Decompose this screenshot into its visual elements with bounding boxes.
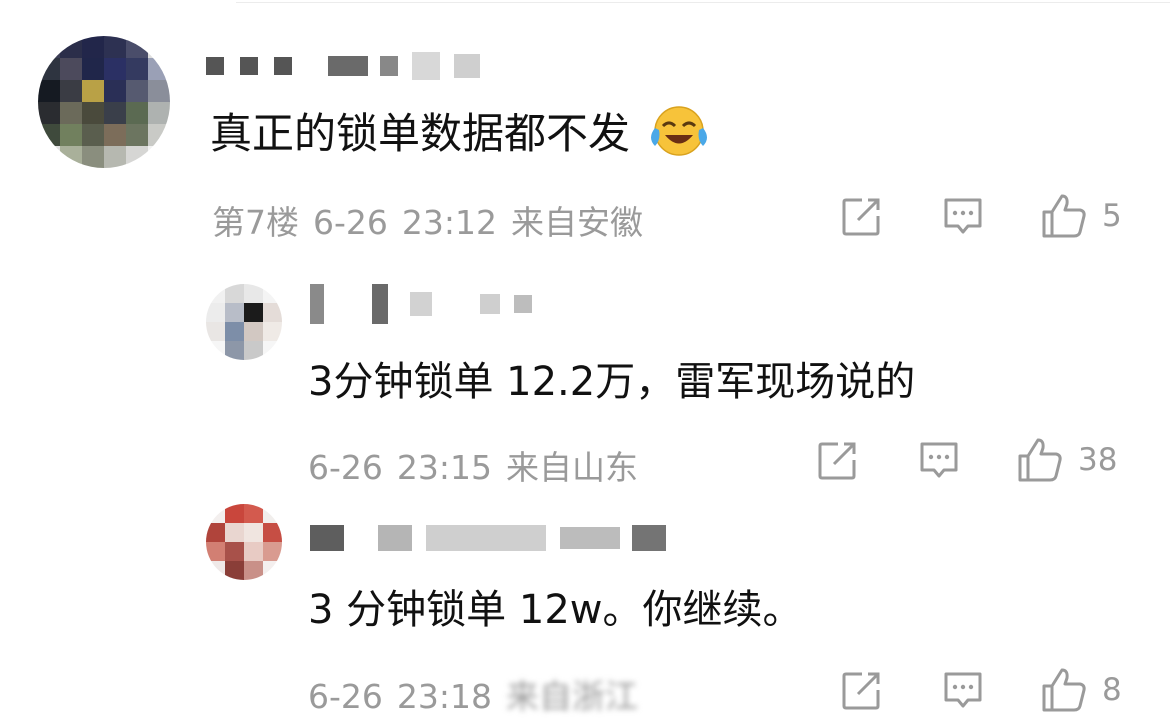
avatar[interactable] [206,284,282,360]
comment-date: 6-26 [308,448,383,487]
reply-button[interactable] [918,440,960,482]
comment-text: 3分钟锁单 12.2万，雷军现场说的 [308,359,916,405]
like-button[interactable]: 38 [1016,436,1117,484]
avatar[interactable] [206,504,282,580]
share-icon [842,672,880,710]
reply-button[interactable] [942,196,984,238]
comment-meta: 6-26 23:18 来自浙江 [308,670,638,718]
like-button[interactable]: 8 [1040,666,1122,714]
top-divider [236,2,1170,3]
like-button[interactable]: 5 [1040,192,1122,240]
floor-label: 第7楼 [212,203,299,242]
avatar[interactable] [38,36,170,168]
thumbs-up-icon [1018,438,1062,482]
username-redacted[interactable] [310,518,666,558]
comment-date: 6-26 [308,677,383,716]
username-redacted[interactable] [310,282,532,326]
like-count: 8 [1102,672,1122,708]
comment-icon [944,198,982,234]
location-label: 来自安徽 [511,203,644,242]
comment-text: 真正的锁单数据都不发 [210,104,709,172]
location-label: 来自浙江 [506,677,639,716]
comment-text: 3 分钟锁单 12w。你继续。 [308,587,803,633]
comment-time: 23:15 [396,448,493,487]
comment-icon [944,672,982,708]
comment-time: 23:12 [401,203,498,242]
comment-meta: 第7楼 6-26 23:12 来自安徽 [212,196,643,244]
share-icon [818,442,856,480]
username-redacted[interactable] [206,52,480,80]
share-icon [842,198,880,236]
share-button[interactable] [840,196,882,238]
thumbs-up-icon [1042,194,1086,238]
crying-laughing-emoji-icon [649,104,709,172]
comment-time: 23:18 [396,677,493,716]
comment-meta: 6-26 23:15 来自山东 [308,441,638,489]
share-button[interactable] [816,440,858,482]
like-count: 5 [1102,198,1122,234]
comment-icon [920,442,958,478]
location-label: 来自山东 [506,448,639,487]
thumbs-up-icon [1042,668,1086,712]
share-button[interactable] [840,670,882,712]
comment-date: 6-26 [313,203,388,242]
like-count: 38 [1078,442,1118,478]
reply-button[interactable] [942,670,984,712]
